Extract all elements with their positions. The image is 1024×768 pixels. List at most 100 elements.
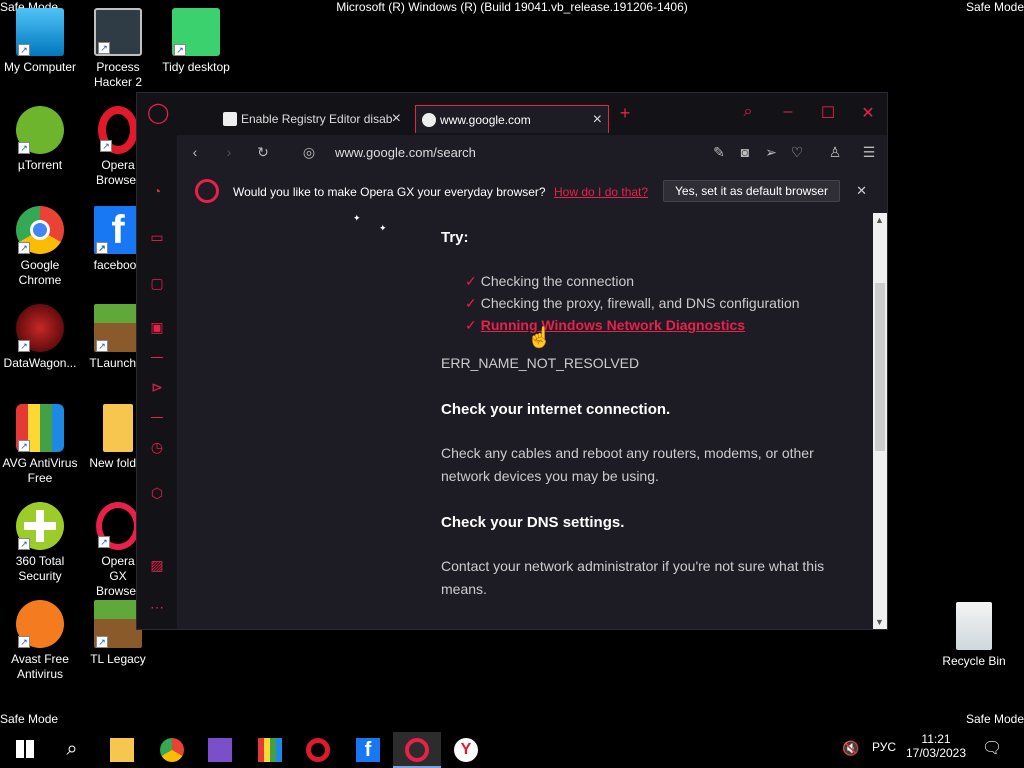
taskbar-chrome[interactable] (148, 732, 196, 768)
search-button[interactable]: ⌕ (48, 732, 96, 768)
folder-icon (110, 738, 134, 762)
opera-gx-logo-icon[interactable]: ◯ (147, 103, 169, 123)
folder-icon (103, 404, 133, 452)
visual-studio-icon (208, 738, 232, 762)
datawagon-icon: ↗ (16, 304, 64, 352)
safe-mode-label-bl: Safe Mode (0, 712, 59, 726)
desktop: Safe Mode Microsoft (R) Windows (R) (Bui… (0, 0, 1024, 728)
snapshots-icon[interactable]: ▨ (147, 555, 167, 575)
scrollbar-thumb[interactable] (875, 283, 885, 451)
network-diagnostics-link[interactable]: Running Windows Network Diagnostics (481, 317, 745, 333)
taskbar-explorer[interactable] (98, 732, 146, 768)
error-code: ERR_NAME_NOT_RESOLVED (441, 355, 640, 371)
utorrent-icon: ↗ (16, 106, 64, 154)
new-tab-icon[interactable]: + (613, 103, 637, 124)
sidebar-divider (151, 417, 163, 418)
desktop-icon-label: My Computer (3, 60, 77, 74)
address-bar[interactable]: www.google.com/search (335, 145, 476, 160)
taskbar-facebook[interactable]: f (344, 732, 392, 768)
close-tab-icon[interactable]: × (392, 105, 401, 133)
recycle-bin-icon (956, 602, 992, 650)
set-default-button[interactable]: Yes, set it as default browser (663, 180, 840, 202)
gx-control-icon[interactable]: ◔ (147, 181, 167, 201)
search-icon[interactable]: ⌕ (736, 103, 760, 121)
tab-registry-editor[interactable]: Enable Registry Editor disab × (217, 105, 407, 133)
gx-cleaner-icon[interactable]: ▭ (147, 227, 167, 247)
suggestion-item: ✓ Running Windows Network Diagnostics (465, 317, 746, 333)
desktop-icon-label: Tidy desktop (162, 60, 230, 74)
snapshot-icon[interactable]: ◙ (735, 144, 755, 160)
section-heading: Check your DNS settings. (441, 514, 625, 531)
history-icon[interactable]: ◷ (147, 437, 167, 457)
taskbar-avg[interactable] (246, 732, 294, 768)
tidy-desktop-icon: ↗ (172, 8, 220, 56)
account-icon[interactable]: ♙ (825, 144, 845, 161)
desktop-icon-label: DataWagon... (3, 356, 77, 370)
scroll-down-icon[interactable]: ▼ (875, 617, 884, 627)
send-icon[interactable]: ➢ (761, 144, 781, 161)
taskbar-visual-studio[interactable] (196, 732, 244, 768)
volume-muted-icon[interactable]: 🔇 (842, 740, 859, 757)
minimize-icon[interactable]: – (776, 103, 800, 121)
notifications-icon[interactable]: 🗨 (982, 738, 1002, 758)
desktop-icon-process-hacker[interactable]: ↗ Process Hacker 2 (78, 8, 158, 90)
suggestion-item: ✓ Checking the connection (465, 273, 635, 289)
desktop-icon-label: AVG AntiVirus Free (2, 456, 78, 485)
infobar-text: Would you like to make Opera GX your eve… (233, 185, 546, 199)
twitch-icon[interactable]: ▢ (147, 273, 167, 293)
desktop-icon-avast[interactable]: ↗ Avast Free Antivirus (0, 600, 80, 682)
desktop-icon-360[interactable]: ↗ 360 Total Security (0, 502, 80, 584)
site-info-icon[interactable]: ◎ (299, 144, 319, 161)
facebook-icon: f ↗ (94, 206, 142, 254)
how-do-i-link[interactable]: How do I do that? (554, 185, 648, 199)
desktop-icon-label: Avast Free Antivirus (11, 652, 69, 681)
reload-icon[interactable]: ↻ (253, 144, 273, 161)
tab-google[interactable]: www.google.com × (415, 105, 609, 133)
tl-legacy-icon: ↗ (94, 600, 142, 648)
taskbar-yandex[interactable]: Y (442, 732, 490, 768)
avg-icon: ↗ (16, 404, 64, 452)
cpu-limiter-icon[interactable]: ▣ (147, 317, 167, 337)
browser-sidebar: ◯ ◔ ▭ ▢ ▣ ⊳ ◷ ⬡ ▨ ⋯ (137, 93, 177, 629)
desktop-icon-label: TL Legacy (90, 652, 146, 666)
bookmark-heart-icon[interactable]: ♡ (787, 144, 807, 161)
section-heading: Check your internet connection. (441, 401, 671, 418)
clock-date: 17/03/2023 (905, 746, 967, 760)
opera-gx-icon (405, 738, 429, 762)
clock[interactable]: 11:21 17/03/2023 (904, 732, 968, 760)
desktop-icon-label: Google Chrome (18, 258, 62, 287)
desktop-icon-label: Process Hacker 2 (93, 60, 143, 89)
taskbar-opera[interactable] (294, 732, 342, 768)
chrome-icon: ↗ (16, 206, 64, 254)
suggestion-item: ✓ Checking the proxy, firewall, and DNS c… (465, 295, 800, 311)
desktop-icon-datawagon[interactable]: ↗ DataWagon... (0, 304, 80, 371)
close-infobar-icon[interactable]: ✕ (856, 183, 867, 199)
start-button[interactable] (0, 732, 48, 768)
scroll-up-icon[interactable]: ▲ (875, 215, 884, 225)
edit-icon[interactable]: ✎ (709, 144, 729, 161)
section-text: network devices you may be using. (441, 468, 659, 484)
desktop-icon-tidy-desktop[interactable]: ↗ Tidy desktop (156, 8, 236, 75)
more-icon[interactable]: ⋯ (147, 597, 167, 617)
desktop-icon-my-computer[interactable]: ↗ My Computer (0, 8, 80, 75)
desktop-icon-label: Recycle Bin (942, 654, 1006, 668)
back-icon[interactable]: ‹ (185, 144, 205, 160)
extensions-icon[interactable]: ⬡ (147, 483, 167, 503)
close-window-icon[interactable]: ✕ (856, 103, 880, 123)
desktop-icon-utorrent[interactable]: ↗ µTorrent (0, 106, 80, 173)
desktop-icon-recycle-bin[interactable]: Recycle Bin (934, 602, 1014, 669)
avast-icon: ↗ (16, 600, 64, 648)
player-icon[interactable]: ⊳ (147, 377, 167, 397)
maximize-icon[interactable]: ☐ (816, 103, 840, 123)
default-browser-infobar: Would you like to make Opera GX your eve… (177, 171, 887, 213)
page-scrollbar[interactable]: ▲ ▼ (873, 213, 887, 629)
computer-icon: ↗ (16, 8, 64, 56)
chrome-icon (160, 738, 184, 762)
taskbar-opera-gx-active[interactable] (393, 732, 441, 768)
desktop-icon-chrome[interactable]: ↗ Google Chrome (0, 206, 80, 288)
forward-icon[interactable]: › (219, 144, 239, 160)
desktop-icon-avg[interactable]: ↗ AVG AntiVirus Free (0, 404, 80, 486)
language-indicator[interactable]: РУС (872, 740, 896, 754)
menu-icon[interactable]: ☰ (859, 144, 879, 161)
close-tab-icon[interactable]: × (593, 106, 602, 133)
